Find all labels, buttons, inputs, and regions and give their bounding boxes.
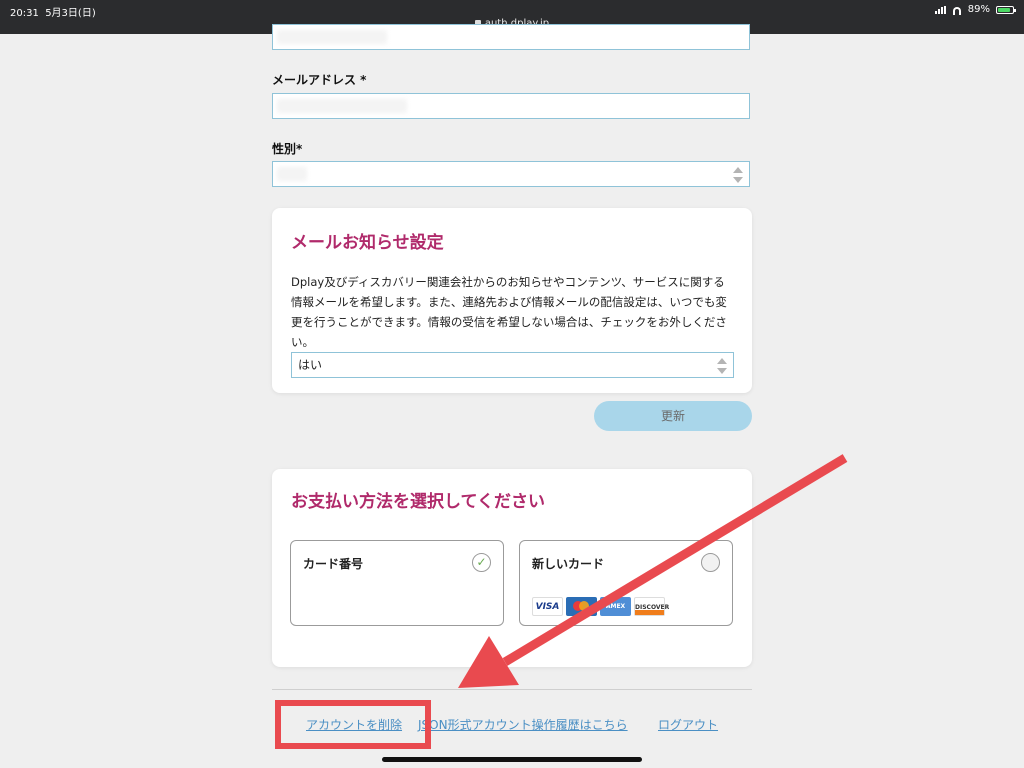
annotation-arrow-icon	[458, 454, 848, 688]
home-indicator[interactable]	[382, 757, 642, 762]
